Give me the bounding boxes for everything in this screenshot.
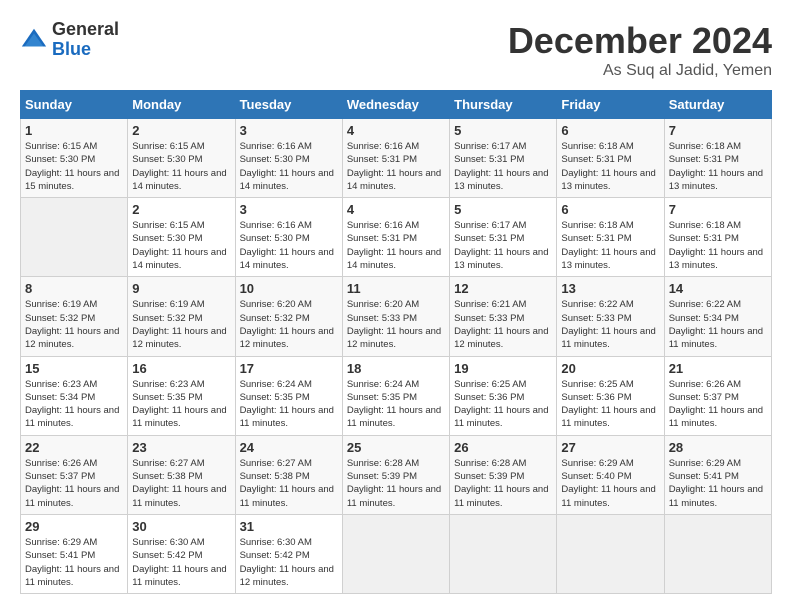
calendar-cell-0-5: 6 Sunrise: 6:18 AMSunset: 5:31 PMDayligh… bbox=[557, 119, 664, 198]
calendar-week-1: 2 Sunrise: 6:15 AMSunset: 5:30 PMDayligh… bbox=[21, 198, 772, 277]
logo-general: General bbox=[52, 20, 119, 40]
calendar-cell-3-5: 20 Sunrise: 6:25 AMSunset: 5:36 PMDaylig… bbox=[557, 356, 664, 435]
month-title: December 2024 bbox=[508, 20, 772, 62]
calendar-cell-4-3: 25 Sunrise: 6:28 AMSunset: 5:39 PMDaylig… bbox=[342, 435, 449, 514]
calendar-cell-4-4: 26 Sunrise: 6:28 AMSunset: 5:39 PMDaylig… bbox=[450, 435, 557, 514]
calendar-cell-4-5: 27 Sunrise: 6:29 AMSunset: 5:40 PMDaylig… bbox=[557, 435, 664, 514]
col-saturday: Saturday bbox=[664, 91, 771, 119]
calendar-week-0: 1 Sunrise: 6:15 AMSunset: 5:30 PMDayligh… bbox=[21, 119, 772, 198]
calendar-cell-0-0: 1 Sunrise: 6:15 AMSunset: 5:30 PMDayligh… bbox=[21, 119, 128, 198]
calendar-cell-5-1: 30 Sunrise: 6:30 AMSunset: 5:42 PMDaylig… bbox=[128, 514, 235, 593]
calendar-cell-0-1: 2 Sunrise: 6:15 AMSunset: 5:30 PMDayligh… bbox=[128, 119, 235, 198]
calendar-cell-5-3 bbox=[342, 514, 449, 593]
calendar-cell-3-1: 16 Sunrise: 6:23 AMSunset: 5:35 PMDaylig… bbox=[128, 356, 235, 435]
calendar-cell-1-1: 2 Sunrise: 6:15 AMSunset: 5:30 PMDayligh… bbox=[128, 198, 235, 277]
logo: General Blue bbox=[20, 20, 119, 60]
calendar-cell-2-3: 11 Sunrise: 6:20 AMSunset: 5:33 PMDaylig… bbox=[342, 277, 449, 356]
page-header: General Blue December 2024 As Suq al Jad… bbox=[20, 20, 772, 80]
calendar-cell-2-2: 10 Sunrise: 6:20 AMSunset: 5:32 PMDaylig… bbox=[235, 277, 342, 356]
calendar-cell-1-3: 4 Sunrise: 6:16 AMSunset: 5:31 PMDayligh… bbox=[342, 198, 449, 277]
calendar-week-3: 15 Sunrise: 6:23 AMSunset: 5:34 PMDaylig… bbox=[21, 356, 772, 435]
calendar-cell-1-2: 3 Sunrise: 6:16 AMSunset: 5:30 PMDayligh… bbox=[235, 198, 342, 277]
calendar-cell-1-0 bbox=[21, 198, 128, 277]
calendar-cell-3-4: 19 Sunrise: 6:25 AMSunset: 5:36 PMDaylig… bbox=[450, 356, 557, 435]
calendar-cell-4-1: 23 Sunrise: 6:27 AMSunset: 5:38 PMDaylig… bbox=[128, 435, 235, 514]
col-wednesday: Wednesday bbox=[342, 91, 449, 119]
calendar-cell-0-3: 4 Sunrise: 6:16 AMSunset: 5:31 PMDayligh… bbox=[342, 119, 449, 198]
calendar-cell-3-6: 21 Sunrise: 6:26 AMSunset: 5:37 PMDaylig… bbox=[664, 356, 771, 435]
calendar-cell-0-4: 5 Sunrise: 6:17 AMSunset: 5:31 PMDayligh… bbox=[450, 119, 557, 198]
calendar-cell-3-0: 15 Sunrise: 6:23 AMSunset: 5:34 PMDaylig… bbox=[21, 356, 128, 435]
col-thursday: Thursday bbox=[450, 91, 557, 119]
calendar-week-2: 8 Sunrise: 6:19 AMSunset: 5:32 PMDayligh… bbox=[21, 277, 772, 356]
calendar-week-5: 29 Sunrise: 6:29 AMSunset: 5:41 PMDaylig… bbox=[21, 514, 772, 593]
location: As Suq al Jadid, Yemen bbox=[508, 62, 772, 80]
logo-text: General Blue bbox=[52, 20, 119, 60]
col-sunday: Sunday bbox=[21, 91, 128, 119]
logo-icon bbox=[20, 26, 48, 54]
calendar-cell-1-4: 5 Sunrise: 6:17 AMSunset: 5:31 PMDayligh… bbox=[450, 198, 557, 277]
calendar-cell-3-3: 18 Sunrise: 6:24 AMSunset: 5:35 PMDaylig… bbox=[342, 356, 449, 435]
calendar-header-row: Sunday Monday Tuesday Wednesday Thursday… bbox=[21, 91, 772, 119]
calendar-week-4: 22 Sunrise: 6:26 AMSunset: 5:37 PMDaylig… bbox=[21, 435, 772, 514]
calendar-cell-2-0: 8 Sunrise: 6:19 AMSunset: 5:32 PMDayligh… bbox=[21, 277, 128, 356]
calendar-cell-2-4: 12 Sunrise: 6:21 AMSunset: 5:33 PMDaylig… bbox=[450, 277, 557, 356]
calendar-cell-3-2: 17 Sunrise: 6:24 AMSunset: 5:35 PMDaylig… bbox=[235, 356, 342, 435]
col-monday: Monday bbox=[128, 91, 235, 119]
calendar-cell-0-2: 3 Sunrise: 6:16 AMSunset: 5:30 PMDayligh… bbox=[235, 119, 342, 198]
calendar-cell-5-2: 31 Sunrise: 6:30 AMSunset: 5:42 PMDaylig… bbox=[235, 514, 342, 593]
calendar-cell-1-5: 6 Sunrise: 6:18 AMSunset: 5:31 PMDayligh… bbox=[557, 198, 664, 277]
col-tuesday: Tuesday bbox=[235, 91, 342, 119]
col-friday: Friday bbox=[557, 91, 664, 119]
calendar-cell-4-0: 22 Sunrise: 6:26 AMSunset: 5:37 PMDaylig… bbox=[21, 435, 128, 514]
calendar-cell-2-5: 13 Sunrise: 6:22 AMSunset: 5:33 PMDaylig… bbox=[557, 277, 664, 356]
calendar-cell-4-6: 28 Sunrise: 6:29 AMSunset: 5:41 PMDaylig… bbox=[664, 435, 771, 514]
title-section: December 2024 As Suq al Jadid, Yemen bbox=[508, 20, 772, 80]
calendar-cell-5-0: 29 Sunrise: 6:29 AMSunset: 5:41 PMDaylig… bbox=[21, 514, 128, 593]
calendar-table: Sunday Monday Tuesday Wednesday Thursday… bbox=[20, 90, 772, 594]
calendar-cell-5-5 bbox=[557, 514, 664, 593]
calendar-cell-0-6: 7 Sunrise: 6:18 AMSunset: 5:31 PMDayligh… bbox=[664, 119, 771, 198]
calendar-cell-2-1: 9 Sunrise: 6:19 AMSunset: 5:32 PMDayligh… bbox=[128, 277, 235, 356]
calendar-cell-2-6: 14 Sunrise: 6:22 AMSunset: 5:34 PMDaylig… bbox=[664, 277, 771, 356]
calendar-cell-4-2: 24 Sunrise: 6:27 AMSunset: 5:38 PMDaylig… bbox=[235, 435, 342, 514]
calendar-cell-5-4 bbox=[450, 514, 557, 593]
calendar-cell-1-6: 7 Sunrise: 6:18 AMSunset: 5:31 PMDayligh… bbox=[664, 198, 771, 277]
calendar-cell-5-6 bbox=[664, 514, 771, 593]
logo-blue: Blue bbox=[52, 40, 119, 60]
